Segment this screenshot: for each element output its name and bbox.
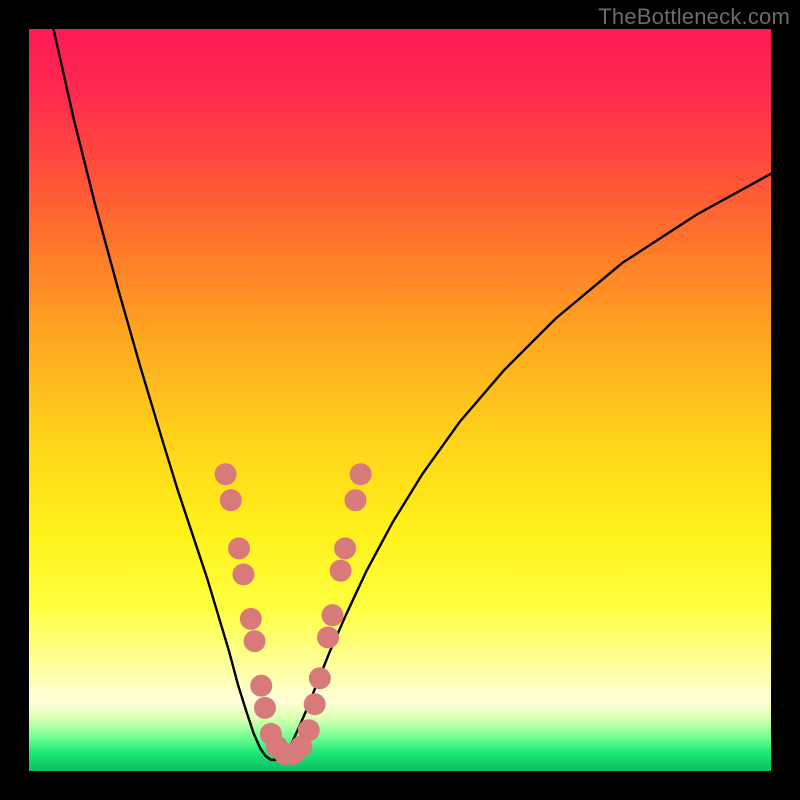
plot-area [29,29,771,771]
marker-dot [215,463,237,485]
marker-dot [250,675,272,697]
marker-dot [220,489,242,511]
marker-dot [232,563,254,585]
curve-markers [215,463,372,765]
marker-dot [254,697,276,719]
marker-dot [228,537,250,559]
marker-dot [240,608,262,630]
marker-dot [321,604,343,626]
marker-dot [330,560,352,582]
marker-dot [350,463,372,485]
marker-dot [244,630,266,652]
bottleneck-curves [53,29,771,760]
marker-dot [344,489,366,511]
watermark-text: TheBottleneck.com [598,4,790,30]
marker-dot [317,626,339,648]
marker-dot [334,537,356,559]
curve-layer [29,29,771,771]
marker-dot [309,667,331,689]
marker-dot [298,719,320,741]
series-left-curve [53,29,265,756]
chart-frame: TheBottleneck.com [0,0,800,800]
marker-dot [304,693,326,715]
